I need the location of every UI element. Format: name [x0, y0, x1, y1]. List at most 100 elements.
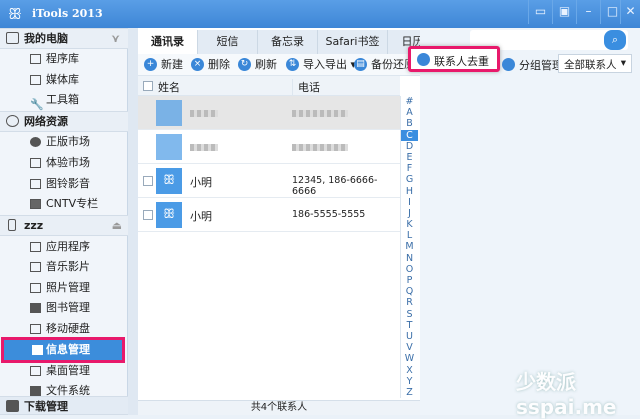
new-button[interactable]: + 新建 [144, 57, 183, 73]
sidebar-section-device[interactable]: zzz ⏏ [0, 215, 128, 236]
toolbar: + 新建 × 删除 ↻ 刷新 ⇅ 导入导出 ▾ ▤ 备份还原 [138, 54, 420, 76]
alphabet-letter[interactable]: O [401, 264, 418, 275]
alphabet-letter[interactable]: J [401, 208, 418, 219]
close-button[interactable]: ✕ [620, 0, 640, 24]
alphabet-letter[interactable]: T [401, 320, 418, 331]
alphabet-letter[interactable]: V [401, 342, 418, 353]
alphabet-letter[interactable]: K [401, 219, 418, 230]
app-title: iTools 2013 [32, 7, 103, 20]
sidebar-item-desktop[interactable]: 桌面管理 [30, 361, 90, 381]
title-bar: ꕥ iTools 2013 ▭ ▣ – □ ✕ [0, 0, 640, 28]
sidebar-item-filesystem[interactable]: 文件系统 [30, 381, 90, 397]
eject-icon[interactable]: ⏏ [112, 216, 122, 235]
alphabet-letter[interactable]: P [401, 275, 418, 286]
alphabet-letter[interactable]: R [401, 297, 418, 308]
dedupe-button[interactable]: 联系人去重 [408, 46, 500, 72]
alphabet-letter[interactable]: S [401, 309, 418, 320]
column-header-phone[interactable]: 电话 [292, 79, 320, 95]
group-manage-button[interactable]: 分组管理 [502, 57, 563, 73]
contact-phone: 186-5555-5555 [292, 209, 366, 220]
row-checkbox[interactable] [143, 210, 153, 220]
import-icon: ⇅ [286, 58, 299, 71]
sidebar-item-store[interactable]: 正版市场 [30, 132, 90, 152]
import-export-button[interactable]: ⇅ 导入导出 ▾ [286, 57, 356, 73]
group-icon [502, 58, 515, 71]
sidebar-item-apps[interactable]: 应用程序 [30, 237, 90, 257]
sidebar-item-tools[interactable]: 🔧 工具箱 [30, 90, 79, 111]
collapse-icon[interactable]: ⋎ [111, 29, 120, 48]
tab-contacts[interactable]: 通讯录 [138, 30, 198, 54]
sidebar-item-programs[interactable]: 程序库 [30, 49, 79, 69]
alphabet-letter[interactable]: N [401, 253, 418, 264]
alphabet-letter[interactable]: U [401, 331, 418, 342]
apple-icon [30, 137, 41, 147]
sidebar-section-my-pc[interactable]: 我的电脑 ⋎ [0, 28, 128, 49]
contact-filter-select[interactable]: 全部联系人 ▾ [558, 54, 632, 73]
label: 分组管理 [519, 59, 563, 72]
item-label: 正版市场 [46, 135, 90, 148]
alphabet-letter[interactable]: D [401, 141, 418, 152]
sidebar-splitter[interactable] [128, 28, 138, 415]
item-label: 图书管理 [46, 301, 90, 314]
sidebar-item-music[interactable]: 音乐影片 [30, 257, 90, 277]
minimize-button[interactable]: – [576, 0, 600, 24]
alphabet-letter[interactable]: B [401, 118, 418, 129]
table-row[interactable]: ꕥ 小明 12345, 186-6666-6666 [138, 164, 400, 198]
alphabet-letter[interactable]: G [401, 174, 418, 185]
sidebar-section-download[interactable]: 下载管理 [0, 396, 128, 415]
alphabet-letter[interactable]: C [401, 129, 418, 141]
table-row[interactable] [138, 130, 400, 164]
alphabet-letter[interactable]: Z [401, 387, 418, 398]
contact-phone: 12345, 186-6666-6666 [292, 175, 378, 197]
select-all-checkbox[interactable] [143, 81, 153, 91]
alphabet-letter[interactable]: L [401, 230, 418, 241]
alphabet-letter[interactable]: # [401, 96, 418, 107]
sidebar-item-photos[interactable]: 照片管理 [30, 278, 90, 298]
status-bar: 共4个联系人 [138, 400, 420, 415]
alphabet-letter[interactable]: W [401, 353, 418, 364]
alphabet-letter[interactable]: Y [401, 376, 418, 387]
tab-sms[interactable]: 短信 [198, 30, 258, 54]
x-icon: × [191, 58, 204, 71]
alphabet-letter[interactable]: H [401, 186, 418, 197]
contact-icon [417, 53, 430, 66]
globe-icon [6, 115, 19, 127]
delete-button[interactable]: × 删除 [191, 57, 230, 73]
download-icon [6, 400, 19, 412]
item-label: CNTV专栏 [46, 197, 99, 210]
blurred-phone [292, 144, 348, 151]
alphabet-index[interactable]: # A B C D E F G H I J K L M N O P Q R S T U V W X Y Z [400, 96, 418, 398]
item-label: 图铃影音 [46, 177, 90, 190]
alphabet-letter[interactable]: I [401, 197, 418, 208]
tab-safari-bookmarks[interactable]: Safari书签 [318, 30, 388, 54]
sidebar-section-network[interactable]: 网络资源 [0, 111, 128, 132]
alphabet-letter[interactable]: X [401, 365, 418, 376]
tab-notes[interactable]: 备忘录 [258, 30, 318, 54]
alphabet-letter[interactable]: Q [401, 286, 418, 297]
alphabet-letter[interactable]: A [401, 107, 418, 118]
table-row[interactable]: ꕥ 小明 186-5555-5555 [138, 198, 400, 232]
alphabet-letter[interactable]: E [401, 152, 418, 163]
section-label: zzz [24, 219, 44, 232]
avatar-icon: ꕥ [156, 168, 182, 194]
search-icon[interactable]: ⌕ [604, 30, 626, 50]
sidebar-item-books[interactable]: 图书管理 [30, 298, 90, 318]
sidebar-item-cntv[interactable]: CNTV专栏 [30, 194, 98, 214]
feedback-button[interactable]: ▭ [528, 0, 552, 24]
column-header-name[interactable]: 姓名 [158, 79, 180, 95]
sidebar-item-ringtones[interactable]: 图铃影音 [30, 174, 90, 194]
skin-button[interactable]: ▣ [552, 0, 576, 24]
refresh-button[interactable]: ↻ 刷新 [238, 57, 277, 73]
row-checkbox[interactable] [143, 176, 153, 186]
sidebar-item-info-management[interactable]: 信息管理 [1, 337, 125, 363]
label: 新建 [161, 58, 183, 71]
sidebar-item-disk[interactable]: 移动硬盘 [30, 319, 90, 339]
watermark: 少数派 sspai.me [516, 370, 617, 419]
folder-icon [30, 386, 41, 396]
alphabet-letter[interactable]: F [401, 163, 418, 174]
table-row[interactable] [138, 96, 400, 130]
sidebar-item-media[interactable]: 媒体库 [30, 70, 79, 90]
sidebar-item-trial-market[interactable]: 体验市场 [30, 153, 90, 173]
alphabet-letter[interactable]: M [401, 241, 418, 252]
avatar [156, 134, 182, 160]
